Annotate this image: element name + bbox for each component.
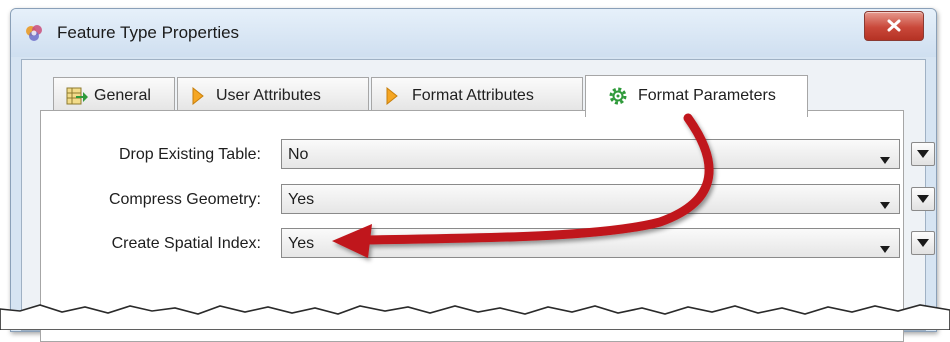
compress-geometry-label: Compress Geometry: [108,191,261,208]
green-gear-icon [608,86,628,111]
drop-existing-table-value: No [288,146,309,163]
tab-user-attributes[interactable]: User Attributes [177,77,369,113]
create-spatial-index-label: Create Spatial Index: [111,235,261,252]
close-button[interactable] [864,11,924,41]
orange-diamond-icon [384,86,400,110]
orange-diamond-icon [190,86,206,110]
create-spatial-index-menu-button[interactable] [911,231,935,255]
chevron-down-icon [880,151,890,169]
tab-format-parameters[interactable]: Format Parameters [585,75,808,117]
drop-existing-table-label: Drop Existing Table: [119,146,261,163]
drop-existing-table-select[interactable]: No [281,139,900,169]
close-icon [887,19,901,32]
tab-format-attributes[interactable]: Format Attributes [371,77,583,113]
triangle-down-icon [917,239,929,247]
tab-general-label: General [94,87,151,104]
chevron-down-icon [880,240,890,258]
tab-format-attributes-label: Format Attributes [412,87,534,104]
create-spatial-index-value: Yes [288,235,315,252]
tab-format-parameters-label: Format Parameters [638,87,776,104]
table-arrow-icon [66,87,88,110]
tab-user-attributes-label: User Attributes [216,87,321,104]
triangle-down-icon [917,150,929,158]
fme-app-icon [23,22,45,44]
compress-geometry-value: Yes [288,191,315,208]
compress-geometry-menu-button[interactable] [911,187,935,211]
drop-existing-table-menu-button[interactable] [911,142,935,166]
compress-geometry-select[interactable]: Yes [281,184,900,214]
parameters-panel: Drop Existing Table: No Compress Geometr… [40,110,935,342]
tab-general[interactable]: General [53,77,175,113]
chevron-down-icon [880,196,890,214]
window-title: Feature Type Properties [57,23,240,42]
title-bar[interactable]: Feature Type Properties [11,9,936,57]
create-spatial-index-select[interactable]: Yes [281,228,900,258]
triangle-down-icon [917,195,929,203]
